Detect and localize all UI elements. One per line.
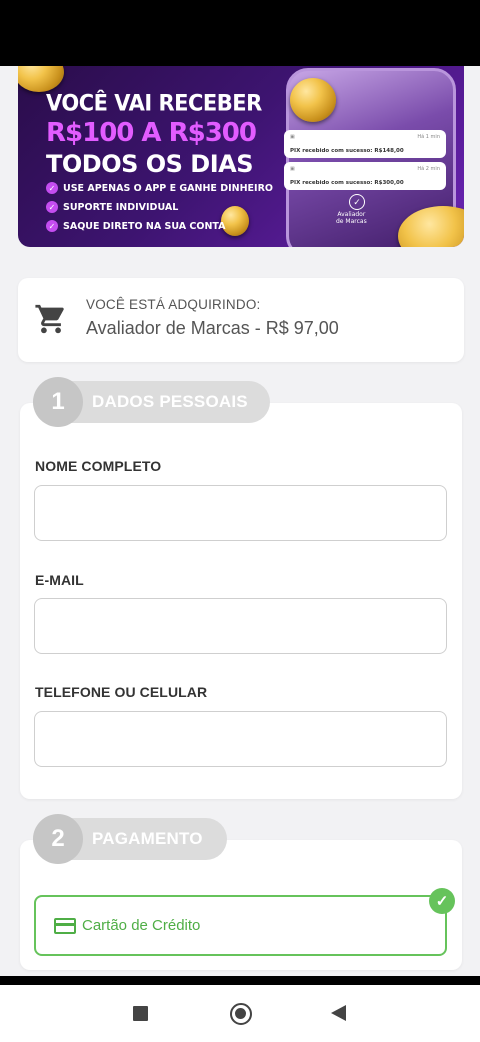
step-title: PAGAMENTO: [92, 829, 203, 848]
status-bar: [0, 0, 480, 66]
check-icon: ✓: [46, 220, 58, 232]
screen-edge: [0, 976, 480, 985]
recents-icon[interactable]: [133, 1006, 148, 1021]
pix-notification-1: ▣ Há 1 min PIX recebido com sucesso: R$14…: [284, 130, 446, 158]
coin-icon: [18, 66, 64, 92]
home-icon[interactable]: [230, 1003, 252, 1025]
check-icon: ✓: [46, 182, 58, 194]
pix-icon: ▣: [290, 166, 295, 172]
pix-icon: ▣: [290, 134, 295, 140]
selected-check-icon: ✓: [429, 888, 455, 914]
back-icon[interactable]: [331, 1005, 346, 1021]
payment-option-label: Cartão de Crédito: [82, 917, 201, 934]
phone-input[interactable]: [34, 711, 447, 767]
banner-daily: TODOS OS DIAS: [46, 150, 254, 178]
check-circle-icon: ✓: [349, 194, 365, 210]
promo-banner: ▣ Há 1 min PIX recebido com sucesso: R$14…: [18, 66, 464, 247]
coin-icon: [290, 78, 336, 122]
phone-label: TELEFONE OU CELULAR: [35, 684, 208, 700]
phone-caption: Avaliador de Marcas: [336, 211, 367, 225]
banner-bullet: ✓ USE APENAS O APP E GANHE DINHEIRO: [46, 182, 273, 194]
product-name: Avaliador de Marcas - R$ 97,00: [86, 318, 339, 338]
pix-notification-2: ▣ Há 2 min PIX recebido com sucesso: R$30…: [284, 162, 446, 190]
step-title: DADOS PESSOAIS: [92, 392, 248, 411]
email-input[interactable]: [34, 598, 447, 654]
step-number-badge: 1: [33, 377, 83, 427]
step-number-badge: 2: [33, 814, 83, 864]
check-icon: ✓: [46, 201, 58, 213]
banner-bullet: ✓ SUPORTE INDIVIDUAL: [46, 201, 178, 213]
name-label: NOME COMPLETO: [35, 458, 162, 474]
banner-bullet: ✓ SAQUE DIRETO NA SUA CONTA: [46, 220, 226, 232]
product-summary-card: VOCÊ ESTÁ ADQUIRINDO: Avaliador de Marca…: [18, 278, 464, 362]
cart-icon: [35, 304, 64, 334]
banner-headline: VOCÊ VAI RECEBER: [46, 90, 262, 116]
email-label: E-MAIL: [35, 572, 84, 588]
full-name-input[interactable]: [34, 485, 447, 541]
credit-card-option[interactable]: Cartão de Crédito: [34, 895, 447, 956]
credit-card-icon: [54, 917, 76, 934]
banner-amount: R$100 A R$300: [46, 118, 257, 148]
product-label: VOCÊ ESTÁ ADQUIRINDO:: [86, 297, 261, 312]
